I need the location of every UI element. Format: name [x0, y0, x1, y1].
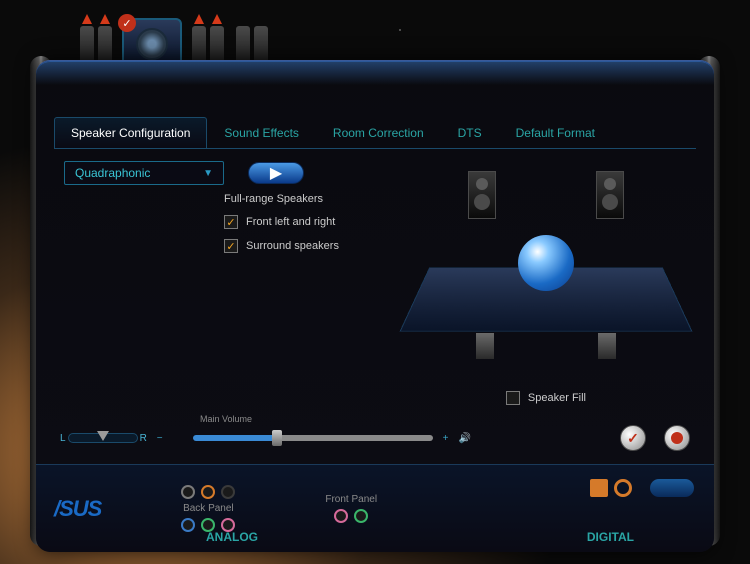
- tab-speaker-configuration[interactable]: Speaker Configuration: [54, 117, 207, 148]
- tab-bar: Speaker Configuration Sound Effects Room…: [54, 117, 696, 149]
- balance-right-label: R: [140, 433, 147, 444]
- volume-label: Main Volume: [200, 414, 252, 424]
- jack-port-icon[interactable]: [221, 485, 235, 499]
- tab-room-correction[interactable]: Room Correction: [316, 117, 441, 148]
- balance-slider[interactable]: [68, 433, 138, 443]
- surround-checkbox[interactable]: ✓: [224, 239, 238, 253]
- speaker-sound-icon[interactable]: 🔊: [458, 433, 470, 444]
- speaker-fill-checkbox[interactable]: ✓: [506, 391, 520, 405]
- content-area: Quadraphonic ▼ ▶ Full-range Speakers ✓ F…: [64, 161, 686, 422]
- jack-port-icon[interactable]: [334, 509, 348, 523]
- jack-port-icon[interactable]: [181, 518, 195, 532]
- front-lr-label: Front left and right: [246, 216, 335, 228]
- front-lr-checkbox[interactable]: ✓: [224, 215, 238, 229]
- speaker-surround-left-icon[interactable]: [476, 333, 494, 359]
- test-play-button[interactable]: ▶: [248, 162, 304, 184]
- main-panel: Speaker Configuration Sound Effects Room…: [36, 60, 714, 552]
- volume-minus-icon: −: [157, 433, 163, 444]
- speaker-surround-right-icon[interactable]: [598, 333, 616, 359]
- back-panel-group: Back Panel: [181, 485, 235, 532]
- balance-thumb-icon[interactable]: [97, 431, 109, 441]
- optical-out-icon[interactable]: [614, 479, 632, 497]
- volume-slider[interactable]: [193, 435, 433, 441]
- check-badge-icon: ✓: [118, 14, 136, 32]
- volume-plus-icon: +: [443, 433, 449, 444]
- tab-dts[interactable]: DTS: [441, 117, 499, 148]
- status-pill-icon: [650, 479, 694, 497]
- digital-out-icon[interactable]: [590, 479, 608, 497]
- front-panel-group: Front Panel: [325, 494, 377, 523]
- digital-label: DIGITAL: [587, 530, 634, 544]
- front-panel-label: Front Panel: [325, 494, 377, 505]
- tab-sound-effects[interactable]: Sound Effects: [207, 117, 316, 148]
- active-device-icon[interactable]: ✓: [122, 18, 182, 66]
- volume-thumb-icon[interactable]: [272, 430, 282, 446]
- speaker-fill-option: ✓ Speaker Fill: [506, 391, 586, 405]
- back-panel-label: Back Panel: [183, 503, 234, 514]
- chevron-down-icon: ▼: [203, 168, 213, 179]
- jack-port-icon[interactable]: [201, 485, 215, 499]
- speaker-front-left-icon[interactable]: [468, 171, 496, 219]
- top-connector-row: ✓: [80, 18, 268, 66]
- footer: /SUS Back Panel Front Panel: [36, 464, 714, 552]
- tab-default-format[interactable]: Default Format: [499, 117, 612, 148]
- volume-row: L R − Main Volume + 🔊: [60, 418, 690, 458]
- dropdown-value: Quadraphonic: [75, 166, 150, 180]
- jack-port-icon[interactable]: [181, 485, 195, 499]
- brand-logo: /SUS: [54, 496, 101, 522]
- balance-left-label: L: [60, 433, 66, 444]
- advanced-button[interactable]: [664, 425, 690, 451]
- speaker-mode-dropdown[interactable]: Quadraphonic ▼: [64, 161, 224, 185]
- footer-indicators: [590, 479, 694, 497]
- speaker-diagram: [406, 171, 686, 371]
- surround-label: Surround speakers: [246, 240, 339, 252]
- speaker-front-right-icon[interactable]: [596, 171, 624, 219]
- analog-label: ANALOG: [206, 530, 258, 544]
- jack-port-icon[interactable]: [354, 509, 368, 523]
- play-icon: ▶: [270, 163, 282, 183]
- listener-sphere-icon: [518, 235, 574, 291]
- balance-control: L R: [60, 433, 147, 444]
- speaker-fill-label: Speaker Fill: [528, 392, 586, 404]
- apply-button[interactable]: [620, 425, 646, 451]
